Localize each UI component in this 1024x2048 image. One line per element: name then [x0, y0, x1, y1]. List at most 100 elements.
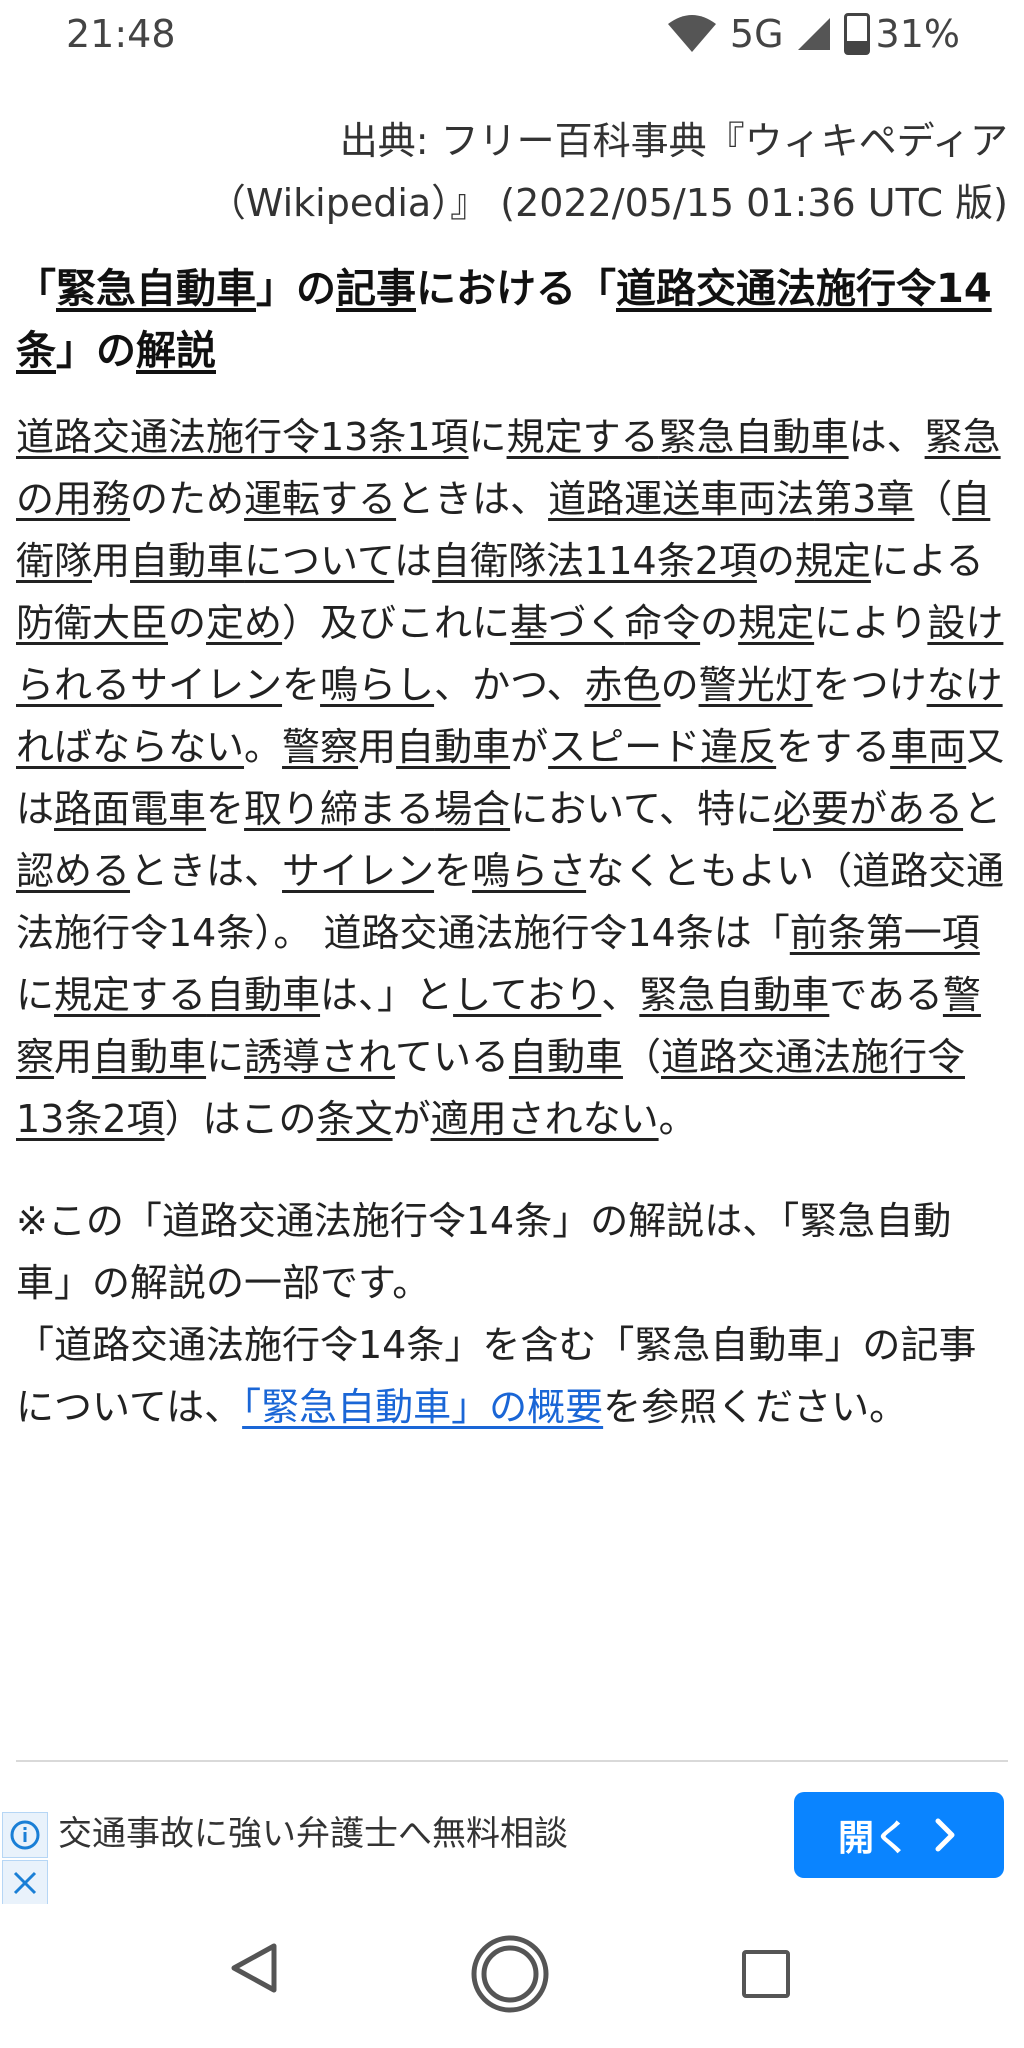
article-heading: 「緊急自動車」の記事における「道路交通法施行令14条」の解説	[16, 258, 1008, 382]
heading-text: 」の	[256, 266, 336, 312]
body-text: をする	[776, 725, 891, 769]
body-link[interactable]: 場合	[434, 787, 510, 831]
body-link[interactable]: 道路交通法施行令13条1項	[16, 415, 469, 459]
clock: 21:48	[66, 12, 176, 56]
body-text: を	[206, 787, 245, 831]
status-icons: 5G 31%	[666, 12, 960, 56]
body-link[interactable]: 規定	[738, 601, 814, 645]
body-text: ている	[394, 1035, 509, 1079]
body-link[interactable]: 鳴らさ	[472, 849, 586, 893]
body-link[interactable]: 赤色	[585, 663, 661, 707]
body-text: （	[914, 477, 953, 521]
body-link[interactable]: 違反	[700, 725, 776, 769]
body-text: と	[963, 787, 1002, 831]
body-link[interactable]: 必要がある	[773, 787, 963, 831]
overview-link[interactable]: 「緊急自動車」の概要	[242, 1385, 603, 1429]
body-link[interactable]: 警光灯	[699, 663, 813, 707]
body-link[interactable]: 条文	[317, 1097, 393, 1141]
heading-link[interactable]: 緊急自動車	[56, 266, 256, 312]
battery-icon	[843, 13, 870, 55]
ad-text[interactable]: 交通事故に強い弁護士へ無料相談	[58, 1812, 568, 1856]
article-body: 道路交通法施行令13条1項に規定する緊急自動車は、緊急の用務のため運転するときは…	[16, 406, 1008, 1150]
body-link[interactable]: 運転する	[244, 477, 396, 521]
body-link[interactable]: 規定する	[507, 415, 659, 459]
body-link[interactable]: 適用されない	[431, 1097, 659, 1141]
body-link[interactable]: 前条第一項	[790, 911, 980, 955]
body-link[interactable]: 防衛大臣	[16, 601, 168, 645]
body-text: は	[394, 539, 433, 583]
body-text: は、」と	[320, 973, 454, 1017]
body-text: を	[282, 663, 321, 707]
body-text: ）はこの	[164, 1097, 317, 1141]
body-text: ）及びこれに	[282, 601, 511, 645]
body-link[interactable]: サイレン	[282, 849, 434, 893]
body-link[interactable]: 自衛隊法114条2項	[432, 539, 757, 583]
back-icon[interactable]	[226, 1940, 282, 1996]
body-text: は、	[848, 415, 925, 459]
source-line-1: 出典: フリー百科事典『ウィキペディア	[339, 119, 1008, 163]
battery-indicator: 31%	[843, 12, 960, 56]
heading-text: 「	[16, 266, 56, 312]
body-link[interactable]: 道路運送車両法	[548, 477, 814, 521]
body-link[interactable]: 基づく	[510, 601, 624, 645]
heading-link[interactable]: 解説	[136, 328, 216, 374]
body-link[interactable]: 自動車	[130, 539, 244, 583]
body-text: に	[206, 1035, 245, 1079]
ad-info-icon[interactable]	[2, 1812, 48, 1858]
body-link[interactable]: スピード	[548, 725, 700, 769]
body-link[interactable]: サイレン	[130, 663, 282, 707]
ad-close-icon[interactable]	[2, 1860, 48, 1906]
body-link[interactable]: 自動車	[509, 1035, 623, 1079]
note-suffix: を参照ください。	[603, 1385, 908, 1429]
note-line-1: ※この「道路交通法施行令14条」の解説は、「緊急自動車」の解説の一部です。	[16, 1199, 952, 1305]
body-link[interactable]: 自動車	[206, 973, 320, 1017]
wifi-icon	[667, 15, 716, 52]
body-link[interactable]: 認める	[16, 849, 130, 893]
heading-link[interactable]: 記事	[336, 266, 416, 312]
ad-open-label: 開く	[837, 1818, 910, 1859]
body-link[interactable]: 路面電車	[54, 787, 206, 831]
article-content: 出典: フリー百科事典『ウィキペディア （Wikipedia）』 (2022/0…	[16, 110, 1008, 1438]
body-text: 用	[358, 725, 397, 769]
source-citation: 出典: フリー百科事典『ウィキペディア （Wikipedia）』 (2022/0…	[16, 110, 1008, 234]
body-link[interactable]: 車両	[890, 725, 966, 769]
body-link[interactable]: 規定	[795, 539, 871, 583]
body-link[interactable]: 誘導され	[244, 1035, 395, 1079]
body-text: により	[814, 601, 928, 645]
network-type: 5G	[729, 12, 784, 56]
body-text: が	[510, 725, 549, 769]
body-text: 用	[54, 1035, 93, 1079]
body-link[interactable]: 鳴らし	[320, 663, 434, 707]
recent-apps-icon[interactable]	[742, 1950, 790, 1998]
home-icon[interactable]	[470, 1934, 550, 2014]
body-text: に	[468, 415, 507, 459]
body-link[interactable]: しており	[453, 973, 601, 1017]
body-link[interactable]: について	[244, 539, 394, 583]
source-line-2: （Wikipedia）』 (2022/05/15 01:36 UTC 版)	[207, 181, 1008, 225]
body-link[interactable]: 用務	[54, 477, 130, 521]
body-link[interactable]: 規定する	[54, 973, 206, 1017]
body-text: 、かつ、	[434, 663, 585, 707]
battery-percentage: 31%	[875, 12, 960, 56]
heading-text: における「	[416, 266, 616, 312]
body-text: 用	[92, 539, 131, 583]
article-note: ※この「道路交通法施行令14条」の解説は、「緊急自動車」の解説の一部です。 「道…	[16, 1190, 1008, 1438]
body-text: による	[870, 539, 984, 583]
body-text: の	[660, 663, 699, 707]
body-link[interactable]: 取り締まる	[244, 787, 434, 831]
note-line-2: 「道路交通法施行令14条」を含む「緊急自動車」の記事については、「緊急自動車」の…	[16, 1314, 1008, 1438]
body-link[interactable]: 命令	[624, 601, 700, 645]
body-link[interactable]: 自動車	[396, 725, 510, 769]
body-link[interactable]: 緊急自動車	[659, 415, 849, 459]
body-text: 。	[244, 725, 283, 769]
heading-text: 」の	[56, 328, 136, 374]
body-text: 。	[658, 1097, 697, 1141]
body-link[interactable]: 定め	[206, 601, 282, 645]
body-link[interactable]: 警察	[282, 725, 358, 769]
body-text: を	[434, 849, 473, 893]
body-link[interactable]: 自動車	[92, 1035, 206, 1079]
body-link[interactable]: 緊急自動車	[639, 973, 829, 1017]
body-text: の	[756, 539, 795, 583]
body-link[interactable]: 第3章	[814, 477, 914, 521]
ad-open-button[interactable]: 開く	[794, 1792, 1004, 1878]
